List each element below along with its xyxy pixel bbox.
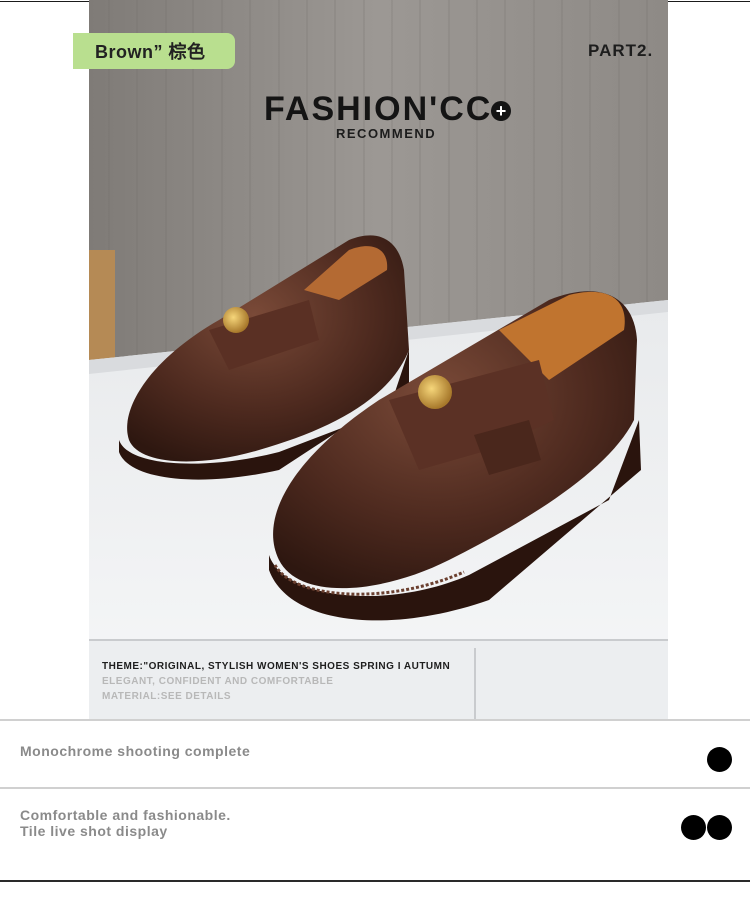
single-dot-icon (707, 747, 732, 772)
section-caption-line2: Tile live shot display (20, 823, 168, 839)
section-caption: Monochrome shooting complete (20, 743, 251, 759)
color-tag: Brown” 棕色 (73, 33, 235, 69)
theme-text: THEME:"ORIGINAL, STYLISH WOMEN'S SHOES S… (102, 661, 451, 672)
bottom-divider (0, 880, 750, 882)
part-label: PART2. (588, 41, 654, 60)
double-dot-icon-right (707, 815, 732, 840)
section-caption: Comfortable and fashionable. (20, 807, 231, 823)
double-dot-icon-left (681, 815, 706, 840)
elegant-text: ELEGANT, CONFIDENT AND COMFORTABLE (102, 676, 334, 687)
section-divider (0, 719, 750, 721)
plus-icon: + (491, 101, 511, 121)
section-divider (0, 787, 750, 789)
brand-subtitle: RECOMMEND (336, 126, 437, 141)
brand-title: FASHION'CC (264, 90, 493, 128)
material-text: MATERIAL:SEE DETAILS (102, 691, 232, 702)
